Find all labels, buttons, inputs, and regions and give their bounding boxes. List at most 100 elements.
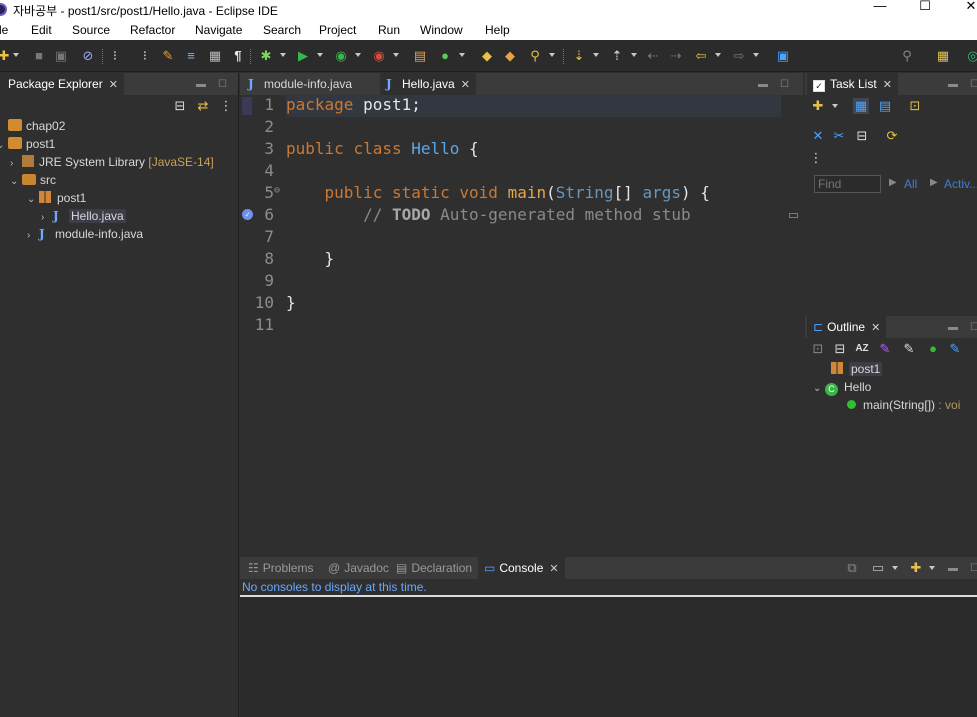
expand-chevron-icon[interactable]: ⌄	[27, 191, 39, 209]
outline-item[interactable]: ⌄ C Hello	[813, 378, 871, 396]
activate-link[interactable]: Activ...	[944, 177, 977, 191]
next-annotation-icon[interactable]: ⇣	[571, 48, 587, 64]
pin-console-icon[interactable]: ⧉	[844, 560, 860, 576]
menu-search[interactable]: Search	[263, 23, 301, 37]
sort-icon[interactable]: AZ	[854, 341, 870, 357]
tree-item[interactable]: chap02	[0, 117, 65, 135]
previous-annotation-dropdown-icon[interactable]	[631, 53, 637, 57]
code-editor[interactable]: 1 2 3 4 5 6 7 8 9 10 11 package post1; public class…	[240, 95, 803, 553]
maximize-view-icon[interactable]: ☐	[970, 322, 977, 333]
toggle-block-icon[interactable]: ⁝	[137, 48, 153, 64]
scheduled-icon[interactable]: ▤	[877, 98, 893, 114]
tab-problems[interactable]: ☷ Problems	[242, 557, 319, 579]
outline-item[interactable]: main(String[]) : voi	[847, 396, 960, 414]
open-type-icon[interactable]: ◆	[479, 48, 495, 64]
menu-window[interactable]: Window	[420, 23, 463, 37]
forward-edit-icon[interactable]: ⇢	[668, 48, 684, 64]
hide-local-types-icon[interactable]: ✎	[947, 341, 963, 357]
view-menu-icon[interactable]: ⋮	[218, 98, 234, 114]
hide-non-public-icon[interactable]: ●	[925, 341, 941, 357]
toggle-mark-icon[interactable]: ⁝	[107, 48, 123, 64]
new-dropdown-icon[interactable]	[13, 53, 19, 57]
last-edit-icon[interactable]: ⇠	[645, 48, 661, 64]
tab-package-explorer[interactable]: Package Explorer ✕	[0, 73, 124, 95]
new-class-dropdown-icon[interactable]	[459, 53, 465, 57]
display-console-dropdown-icon[interactable]	[892, 566, 898, 570]
new-class-icon[interactable]: ●	[437, 48, 453, 64]
console-output-area[interactable]	[240, 597, 977, 717]
open-perspective-icon[interactable]: ▦	[935, 48, 951, 64]
tree-item[interactable]: › J Hello.java	[41, 207, 126, 225]
close-tab-icon[interactable]: ✕	[883, 79, 892, 91]
synchronize-icon[interactable]: ⟳	[884, 128, 900, 144]
menu-run[interactable]: Run	[378, 23, 400, 37]
fold-toggle-icon[interactable]: ⊖	[274, 185, 280, 196]
tree-item[interactable]: ⌄ post1	[0, 135, 55, 153]
menu-edit[interactable]: Edit	[31, 23, 52, 37]
block-selection-icon[interactable]: ▦	[207, 48, 223, 64]
forward-icon[interactable]: ⇨	[731, 48, 747, 64]
menu-project[interactable]: Project	[319, 23, 356, 37]
maximize-button[interactable]: ☐	[902, 0, 948, 20]
run-dropdown-icon[interactable]	[317, 53, 323, 57]
external-tools-icon[interactable]: ◉	[371, 48, 387, 64]
tab-task-list[interactable]: ✓ Task List ✕	[807, 73, 898, 95]
all-link[interactable]: All	[904, 177, 917, 191]
tree-item[interactable]: › JRE System Library [JavaSE-14]	[10, 153, 214, 171]
maximize-editor-icon[interactable]: ☐	[780, 79, 789, 90]
debug-dropdown-icon[interactable]	[280, 53, 286, 57]
minimize-view-icon[interactable]: ▬	[948, 322, 958, 333]
tree-item[interactable]: ⌄ post1	[27, 189, 86, 207]
close-button[interactable]: ✕	[948, 0, 977, 20]
close-tab-icon[interactable]: ✕	[461, 79, 470, 91]
new-task-icon[interactable]: ✚	[810, 98, 826, 114]
menu-file[interactable]: le	[0, 23, 8, 37]
coverage-icon[interactable]: ◉	[333, 48, 349, 64]
coverage-dropdown-icon[interactable]	[355, 53, 361, 57]
maximize-view-icon[interactable]: ☐	[970, 563, 977, 574]
open-console-icon[interactable]: ✚	[908, 560, 924, 576]
expand-chevron-icon[interactable]: ⌄	[0, 137, 8, 155]
show-whitespace-icon[interactable]: ¶	[230, 48, 246, 64]
back-icon[interactable]: ⇦	[693, 48, 709, 64]
tab-module-info[interactable]: Jmodule-info.java	[242, 73, 358, 95]
close-tab-icon[interactable]: ✕	[109, 79, 118, 91]
task-find-input[interactable]	[814, 175, 881, 193]
open-task-icon[interactable]: ◆	[502, 48, 518, 64]
minimize-view-icon[interactable]: ▬	[948, 79, 958, 90]
run-icon[interactable]: ▶	[295, 48, 311, 64]
forward-dropdown-icon[interactable]	[753, 53, 759, 57]
collapse-all-icon[interactable]: ⊟	[172, 98, 188, 114]
minimize-view-icon[interactable]: ▬	[948, 563, 958, 574]
maximize-view-icon[interactable]: ☐	[218, 79, 227, 90]
close-tab-icon[interactable]: ✕	[871, 322, 880, 334]
tab-hello-java[interactable]: J Hello.java ✕	[380, 73, 476, 95]
save-icon[interactable]: ■	[31, 48, 47, 64]
focus-active-task-icon[interactable]: ⊡	[810, 341, 826, 357]
maximize-view-icon[interactable]: ☐	[970, 79, 977, 90]
hide-static-icon[interactable]: ✎	[901, 341, 917, 357]
search-dropdown-icon[interactable]	[549, 53, 555, 57]
minimize-button[interactable]: —	[857, 0, 903, 20]
tab-declaration[interactable]: ▤ Declaration	[390, 557, 478, 579]
new-icon[interactable]: ✚	[0, 48, 12, 64]
expand-chevron-icon[interactable]: ⌄	[813, 380, 825, 398]
tab-javadoc[interactable]: @ Javadoc	[322, 557, 395, 579]
menu-refactor[interactable]: Refactor	[130, 23, 175, 37]
display-console-icon[interactable]: ▭	[870, 560, 886, 576]
hide-completed-icon[interactable]: ✕	[810, 128, 826, 144]
save-all-icon[interactable]: ▣	[53, 48, 69, 64]
skip-breakpoints-icon[interactable]: ⊘	[80, 48, 96, 64]
open-console-dropdown-icon[interactable]	[929, 566, 935, 570]
overview-ruler-marker[interactable]	[789, 213, 798, 218]
tree-item[interactable]: ⌄ src	[10, 171, 56, 189]
quick-access-search-icon[interactable]: ⚲	[899, 48, 915, 64]
menu-source[interactable]: Source	[72, 23, 110, 37]
minimize-editor-icon[interactable]: ▬	[758, 79, 768, 90]
next-annotation-dropdown-icon[interactable]	[593, 53, 599, 57]
java-perspective-icon[interactable]: ◎	[965, 48, 977, 64]
menu-help[interactable]: Help	[485, 23, 510, 37]
menu-navigate[interactable]: Navigate	[195, 23, 242, 37]
word-wrap-icon[interactable]: ≡	[183, 48, 199, 64]
collapse-all-icon[interactable]: ⊟	[832, 341, 848, 357]
